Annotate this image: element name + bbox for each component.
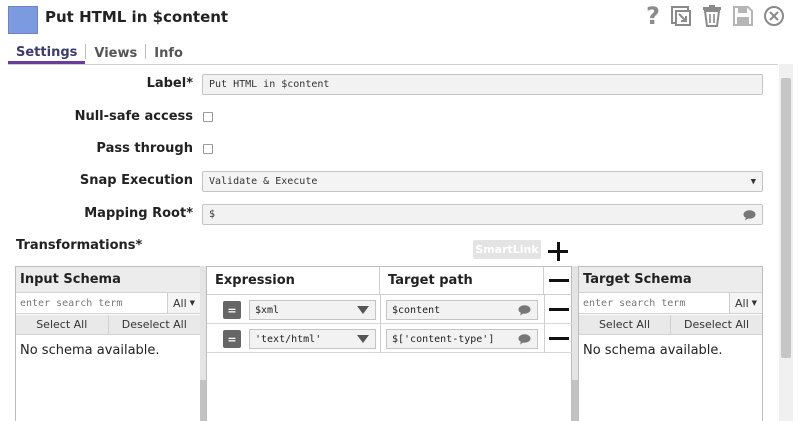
target-schema-title: Target Schema: [579, 267, 762, 293]
trash-icon[interactable]: [700, 3, 724, 29]
filter-value: All: [734, 296, 749, 310]
filter-value: All: [172, 296, 187, 310]
dropdown-caret-icon[interactable]: [357, 306, 369, 314]
pass-through-label: Pass through: [96, 141, 193, 156]
pass-through-checkbox[interactable]: [203, 144, 213, 154]
column-divider: [380, 295, 381, 353]
form-scrollbar[interactable]: [779, 64, 793, 421]
label-input[interactable]: Put HTML in $content: [202, 74, 763, 95]
snap-execution-value: Validate & Execute: [209, 176, 318, 187]
tab-bar: Settings Views Info: [8, 42, 191, 64]
chevron-down-icon: ▼: [751, 299, 758, 307]
tab-settings[interactable]: Settings: [8, 45, 86, 64]
expression-bubble-icon[interactable]: [518, 305, 531, 319]
chevron-down-icon: ▼: [189, 299, 196, 307]
help-icon[interactable]: ?: [641, 3, 665, 29]
table-row: = 'text/html' $['content-type']: [207, 324, 573, 353]
remove-row-minus-icon[interactable]: [549, 308, 569, 311]
mapping-root-label: Mapping Root*: [84, 206, 193, 221]
expression-input[interactable]: $xml: [249, 300, 376, 320]
snap-execution-label: Snap Execution: [79, 173, 193, 188]
expression-bubble-icon[interactable]: [743, 210, 756, 224]
expression-value: 'text/html': [255, 333, 322, 345]
target-schema-search-input[interactable]: enter search term: [579, 293, 730, 314]
dropdown-caret-icon[interactable]: [357, 335, 369, 343]
label-field-label: Label*: [146, 76, 193, 91]
mapping-root-input[interactable]: $: [202, 204, 763, 225]
target-path-input[interactable]: $content: [386, 300, 538, 320]
tab-info[interactable]: Info: [146, 46, 191, 64]
target-schema-empty-text: No schema available.: [583, 343, 723, 358]
expression-toggle-button[interactable]: =: [223, 330, 241, 348]
target-schema-filter-dropdown[interactable]: All ▼: [730, 293, 762, 314]
input-schema-filter-dropdown[interactable]: All ▼: [168, 293, 200, 314]
tab-divider: [8, 64, 778, 65]
expression-column-header: Expression: [207, 267, 380, 295]
input-schema-search-input[interactable]: enter search term: [16, 293, 168, 314]
snap-color-swatch: [8, 6, 38, 34]
target-path-value: $['content-type']: [392, 333, 495, 345]
input-schema-panel: Input Schema enter search term All ▼ Sele…: [15, 266, 201, 421]
expression-bubble-icon[interactable]: [518, 334, 531, 348]
transformations-label: Transformations*: [16, 238, 143, 253]
close-icon[interactable]: [762, 3, 786, 29]
scrollbar-thumb[interactable]: [781, 78, 791, 358]
target-schema-panel: Target Schema enter search term All ▼ Sel…: [578, 266, 763, 421]
minus-icon[interactable]: [548, 279, 569, 282]
dialog-title: Put HTML in $content: [45, 8, 229, 26]
table-row: = $xml $content: [207, 295, 573, 324]
expression-input[interactable]: 'text/html': [249, 329, 376, 349]
save-icon[interactable]: [731, 3, 755, 29]
smartlink-button[interactable]: SmartLink: [473, 240, 541, 259]
target-deselect-all-button[interactable]: Deselect All: [671, 315, 762, 334]
target-path-column-header: Target path: [380, 267, 544, 295]
target-path-value: $content: [392, 304, 441, 316]
remove-all-header[interactable]: [544, 267, 573, 295]
expression-value: $xml: [255, 304, 280, 316]
target-path-input[interactable]: $['content-type']: [386, 329, 538, 349]
expression-toggle-button[interactable]: =: [223, 301, 241, 319]
input-schema-title: Input Schema: [16, 267, 200, 293]
null-safe-label: Null-safe access: [74, 109, 193, 124]
copy-window-icon[interactable]: [669, 3, 693, 29]
tab-views[interactable]: Views: [86, 46, 145, 64]
mapping-root-value: $: [209, 209, 216, 220]
input-deselect-all-button[interactable]: Deselect All: [109, 315, 201, 334]
mapping-table: Expression Target path = $xml $content =…: [206, 266, 573, 421]
column-divider: [544, 295, 545, 353]
dropdown-caret-icon: ▼: [750, 177, 756, 187]
snap-execution-select[interactable]: Validate & Execute ▼: [202, 171, 763, 192]
input-select-all-button[interactable]: Select All: [16, 315, 109, 334]
remove-row-minus-icon[interactable]: [549, 337, 569, 340]
add-row-plus-icon[interactable]: [548, 241, 568, 261]
input-schema-empty-text: No schema available.: [20, 343, 160, 358]
null-safe-checkbox[interactable]: [203, 112, 213, 122]
target-select-all-button[interactable]: Select All: [579, 315, 671, 334]
